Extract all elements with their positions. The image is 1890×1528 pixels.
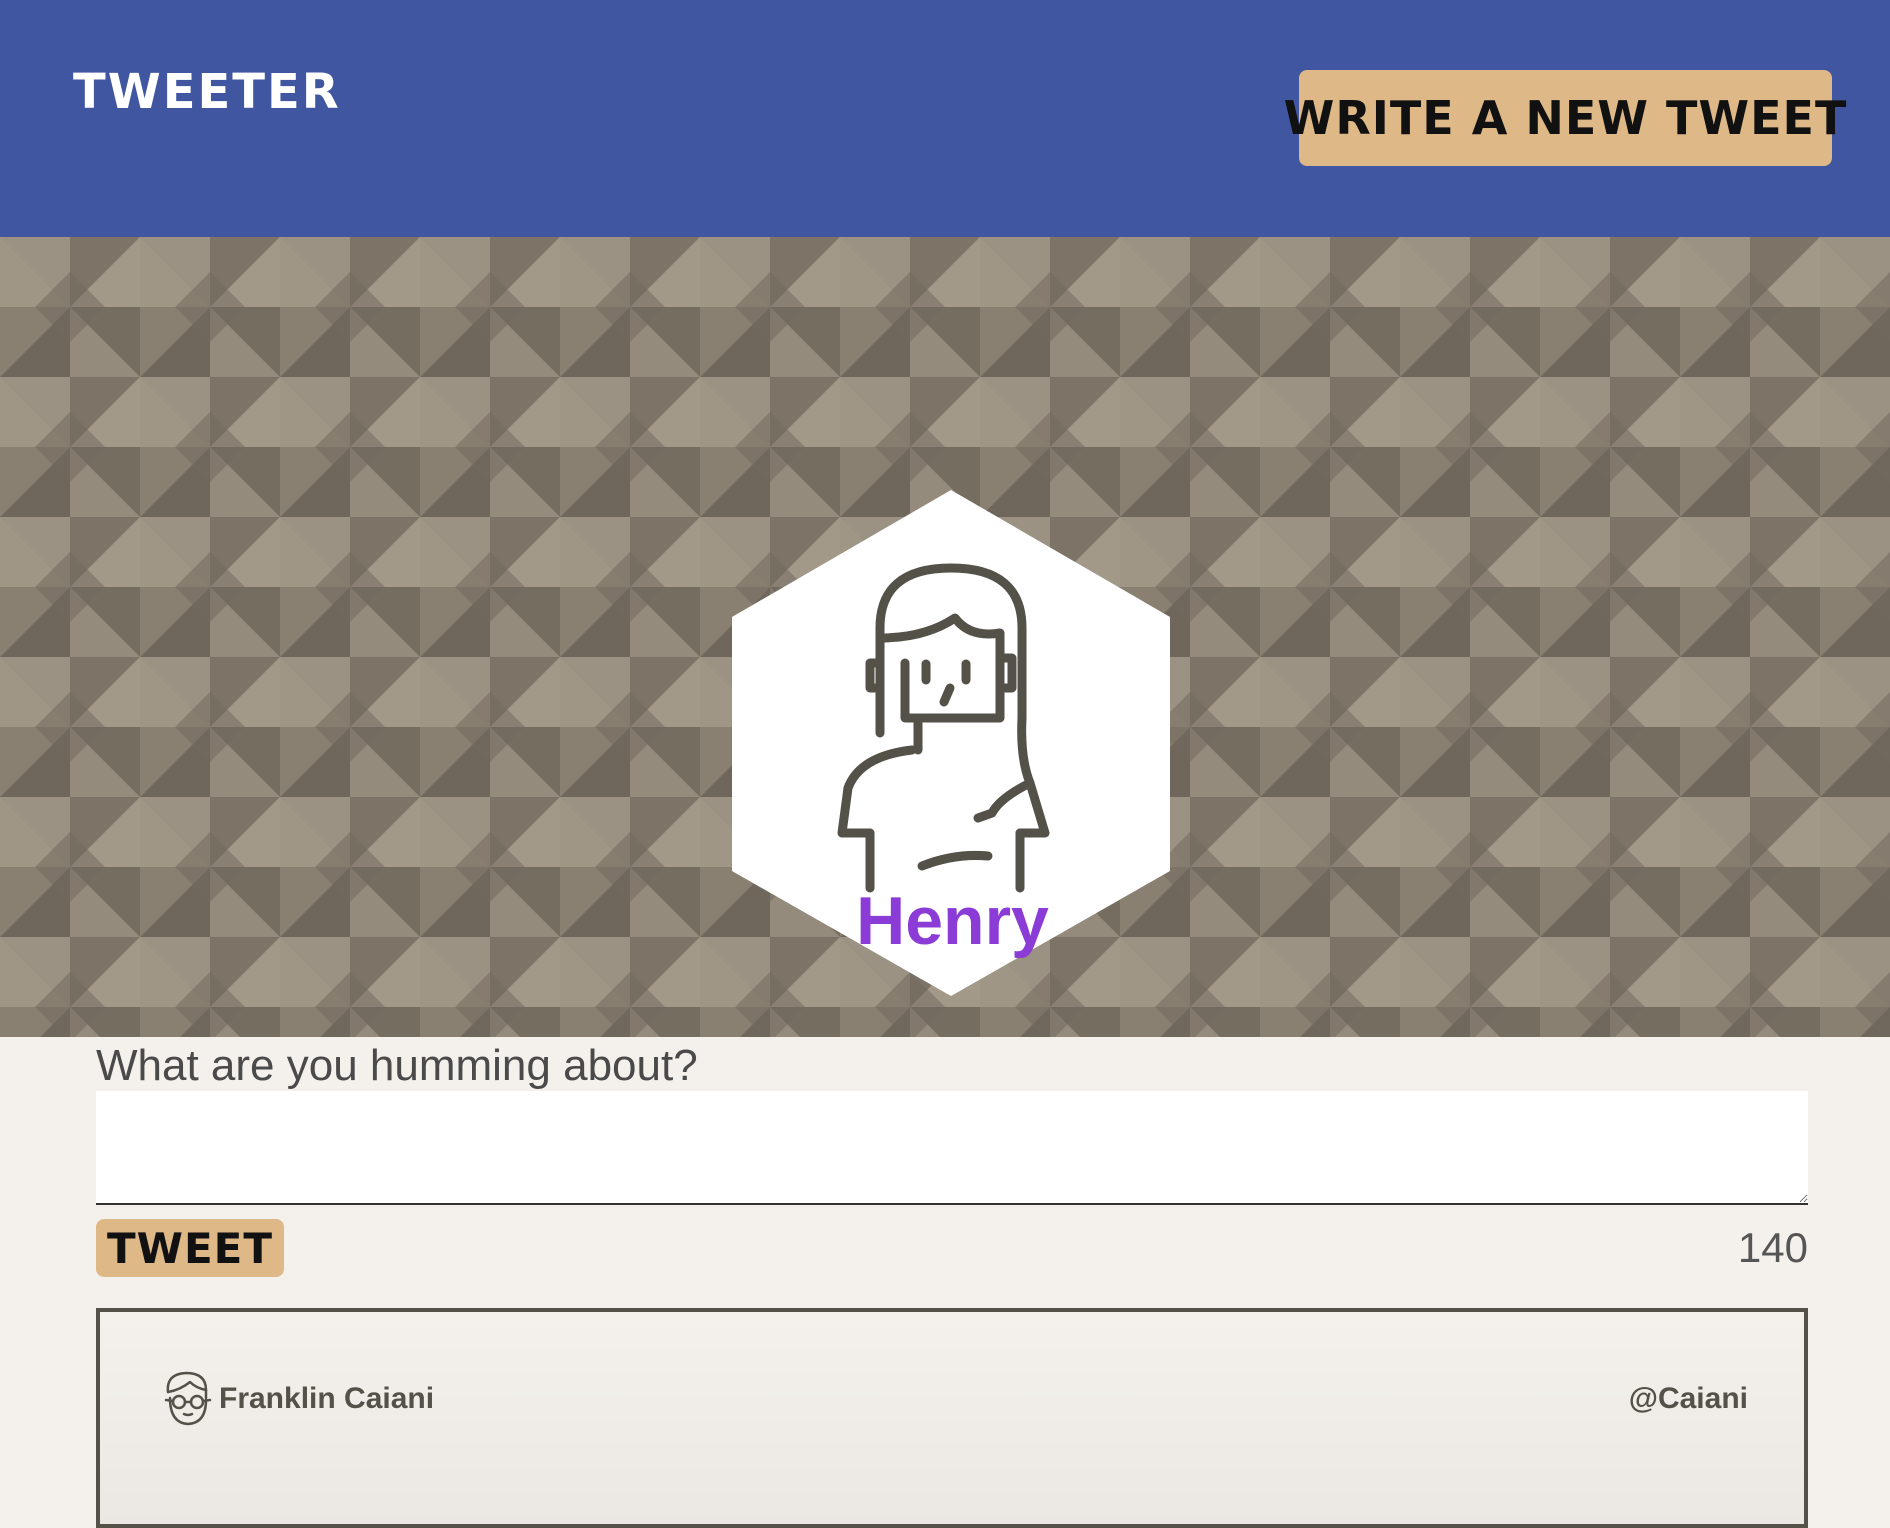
brand-logo[interactable]: TWEETER [73, 68, 341, 116]
write-new-tweet-button[interactable]: WRITE A NEW TWEET [1284, 70, 1846, 166]
tweet-button-label: TWEET [106, 1223, 273, 1273]
tweet-button[interactable]: TWEET [96, 1219, 284, 1277]
tweet-author-name: Franklin Caiani [219, 1382, 435, 1415]
tweet-handle: @Caiani [1628, 1382, 1748, 1415]
tweet-input[interactable] [96, 1091, 1808, 1205]
tweet-card: Franklin Caiani @Caiani [96, 1308, 1808, 1528]
profile-header: Henry [0, 237, 1890, 1037]
char-counter: 140 [1737, 1224, 1808, 1271]
profile-name: Henry [856, 883, 1049, 959]
compose-label: What are you humming about? [96, 1041, 698, 1090]
top-nav: TWEETER WRITE A NEW TWEET [0, 0, 1890, 237]
write-new-tweet-label: WRITE A NEW TWEET [1283, 91, 1848, 145]
man-with-glasses-avatar-icon [164, 1371, 212, 1426]
